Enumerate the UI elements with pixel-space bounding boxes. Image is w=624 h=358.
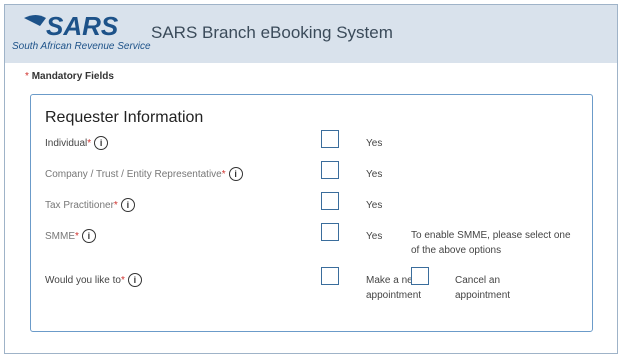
required-marker: * [120,274,125,286]
smme-help-note: To enable SMME, please select one of the… [411,230,571,256]
smme-yes-label: Yes [366,231,383,242]
mandatory-label: Mandatory Fields [31,71,114,82]
info-icon[interactable]: i [127,273,142,287]
row-label-text: Would you like to [45,274,121,286]
smme-label: SMME * i [45,229,96,243]
row-label-text: SMME [45,230,75,242]
required-marker: * [113,199,118,211]
row-label-text: Tax Practitioner [45,199,114,211]
app-title: SARS Branch eBooking System [151,23,393,42]
tax-practitioner-yes-label: Yes [366,200,383,211]
row-label-text: Individual [45,137,88,149]
info-icon[interactable]: i [228,167,243,181]
smme-yes-checkbox[interactable] [321,223,339,241]
make-appointment-checkbox[interactable] [321,267,339,285]
individual-yes-checkbox[interactable] [321,130,339,148]
sars-logo: SARS South African Revenue Service [12,12,151,56]
info-icon[interactable]: i [94,136,109,150]
would-you-like-label: Would you like to * i [45,273,142,287]
sars-logo-mark: SARS [24,12,119,40]
logo-subtitle: South African Revenue Service [12,41,151,52]
cancel-appointment-checkbox[interactable] [411,267,429,285]
info-icon[interactable]: i [120,198,135,212]
mandatory-note: * Mandatory Fields [25,71,114,82]
company-label: Company / Trust / Entity Representative *… [45,167,243,181]
section-title: Requester Information [45,109,204,126]
company-yes-label: Yes [366,169,383,180]
required-marker: * [87,137,92,149]
company-yes-checkbox[interactable] [321,161,339,179]
cancel-appointment-label: Cancel an appointment [455,275,511,301]
required-marker: * [75,230,79,242]
individual-label: Individual * i [45,136,109,150]
mandatory-asterisk: * [25,71,29,82]
required-marker: * [221,168,226,180]
tax-practitioner-yes-checkbox[interactable] [321,192,339,210]
info-icon[interactable]: i [81,229,96,243]
row-label-text: Company / Trust / Entity Representative [45,168,222,180]
logo-text: SARS [46,12,119,40]
tax-practitioner-label: Tax Practitioner * i [45,198,135,212]
individual-yes-label: Yes [366,138,383,149]
